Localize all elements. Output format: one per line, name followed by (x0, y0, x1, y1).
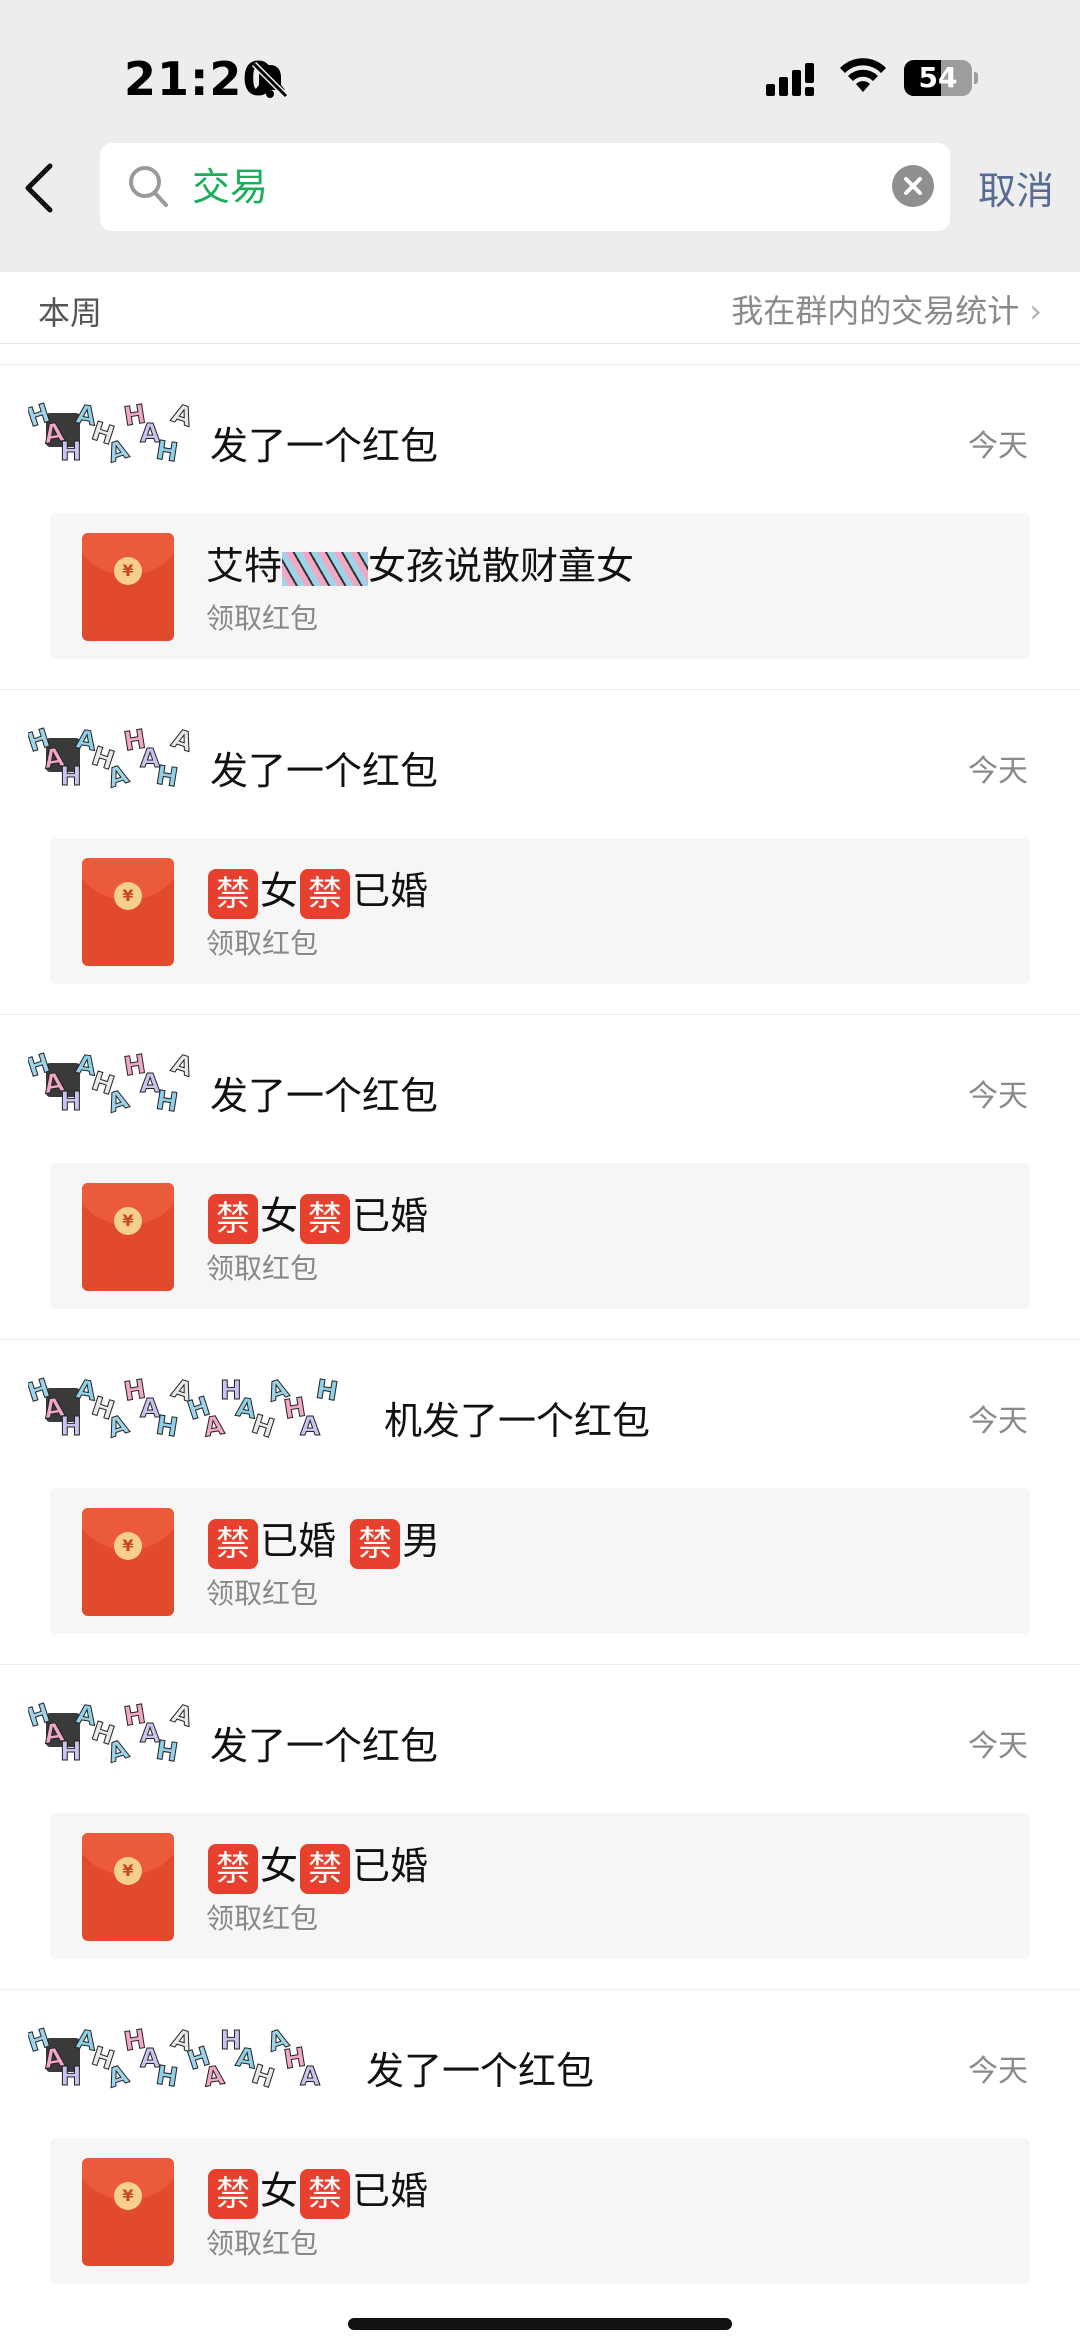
red-packet-icon: ¥ (82, 858, 174, 966)
red-packet-icon: ¥ (82, 1833, 174, 1941)
transaction-record[interactable]: H A H A H A H A H A H A H A H A H A H 机发了一个红包 今天 ¥ 禁已婚 禁男领取红包 (0, 1339, 1080, 1664)
red-packet-title: 禁女禁已婚 (206, 2160, 428, 2219)
sender-action: 发了一个红包 (210, 1724, 439, 1768)
sender-action: 发了一个红包 (210, 749, 439, 793)
sender-action: 发了一个红包 (210, 424, 439, 468)
bell-slash-icon (251, 61, 289, 99)
section-header: 本周 我在群内的交易统计 › (0, 272, 1080, 344)
chevron-right-icon: › (1029, 292, 1042, 330)
transaction-record[interactable]: H A H A H A H A H A H A H A H A H A 发了一个红包 今天 ¥ 禁女禁已婚 领取红包 (0, 1989, 1080, 2314)
redacted-sender-name: HAHAHAHAHA (28, 726, 197, 795)
forbidden-emoji-icon: 禁 (300, 1843, 351, 1894)
forbidden-emoji-icon: 禁 (208, 1518, 258, 1569)
cancel-button[interactable]: 取消 (978, 160, 1054, 215)
red-packet-title: 禁已婚 禁男 (206, 1510, 440, 1569)
home-indicator[interactable] (348, 2318, 732, 2330)
forbidden-emoji-icon: 禁 (300, 1193, 351, 1244)
record-time: 今天 (968, 1729, 1028, 1764)
section-label: 本周 (38, 294, 103, 332)
title-text: 已婚 (352, 1844, 429, 1888)
record-time: 今天 (968, 1404, 1028, 1439)
title-text: 艾特 (206, 544, 283, 588)
chevron-left-icon[interactable] (20, 160, 60, 216)
red-packet-card[interactable]: ¥ 禁已婚 禁男领取红包 (50, 1488, 1030, 1634)
forbidden-emoji-icon: 禁 (300, 2168, 351, 2219)
record-time: 今天 (968, 754, 1028, 789)
signal-icon (766, 63, 814, 96)
forbidden-emoji-icon: 禁 (208, 1843, 258, 1894)
title-text: 已婚 (352, 2169, 429, 2213)
record-time: 今天 (968, 1079, 1028, 1114)
title-text: 女 (260, 1844, 299, 1888)
red-packet-status: 领取红包 (206, 1902, 319, 1935)
forbidden-emoji-icon: 禁 (300, 868, 351, 919)
title-text: 女 (260, 1194, 299, 1238)
redacted-sender-name: HAHAHAHAHA (28, 1701, 197, 1770)
title-text: 已婚 (352, 1194, 429, 1238)
clear-icon[interactable] (892, 165, 934, 207)
red-packet-card[interactable]: ¥ 艾特 女孩说散财童女领取红包 (50, 513, 1030, 659)
red-packet-icon: ¥ (82, 2158, 174, 2266)
red-packet-title: 艾特 女孩说散财童女 (206, 535, 634, 590)
redacted-sender-name: HAHAHAHAHAHAHAHAHA (28, 2026, 321, 2095)
forbidden-emoji-icon: 禁 (350, 1518, 401, 1569)
red-packet-icon: ¥ (82, 1508, 174, 1616)
red-packet-card[interactable]: ¥ 禁女禁已婚 领取红包 (50, 838, 1030, 984)
transaction-stats-link[interactable]: 我在群内的交易统计 › (731, 286, 1042, 332)
red-packet-card[interactable]: ¥ 禁女禁已婚 领取红包 (50, 1163, 1030, 1309)
red-packet-status: 领取红包 (206, 1252, 319, 1285)
red-packet-title: 禁女禁已婚 (206, 860, 428, 919)
transaction-record[interactable]: H A H A H A H A H A 发了一个红包 今天 ¥ 禁女禁已婚 领取红包 (0, 1664, 1080, 1989)
battery-level: 54 (918, 61, 958, 94)
search-icon (129, 166, 168, 207)
forbidden-emoji-icon: 禁 (208, 2168, 258, 2219)
red-packet-status: 领取红包 (206, 602, 319, 635)
forbidden-emoji-icon: 禁 (208, 1193, 258, 1244)
title-text: 已婚 (352, 869, 429, 913)
record-time: 今天 (968, 2054, 1028, 2089)
red-packet-title: 禁女禁已婚 (206, 1835, 428, 1894)
redacted-sender-name: HAHAHAHAHA (28, 1051, 197, 1120)
battery-indicator: 54 (904, 60, 978, 96)
red-packet-icon: ¥ (82, 533, 174, 641)
sender-action: 机发了一个红包 (384, 1399, 651, 1443)
forbidden-emoji-icon: 禁 (208, 868, 258, 919)
red-packet-status: 领取红包 (206, 927, 319, 960)
title-text: 男 (402, 1519, 441, 1563)
title-text: 女 (260, 869, 299, 913)
record-time: 今天 (968, 429, 1028, 464)
wifi-icon (840, 58, 886, 92)
transaction-record[interactable]: H A H A H A H A H A 发了一个红包 今天 ¥ 禁女禁已婚 领取红包 (0, 689, 1080, 1014)
top-bar: 21:20 54 交易 取消 (0, 0, 1080, 272)
red-packet-title: 禁女禁已婚 (206, 1185, 428, 1244)
transaction-record[interactable]: H A H A H A H A H A 发了一个红包 今天 ¥ 艾特 女孩说散财童女领取红包 (0, 364, 1080, 689)
title-text: 已婚 (260, 1519, 349, 1563)
stats-link-label: 我在群内的交易统计 (731, 292, 1020, 330)
title-text: 女孩说散财童女 (368, 544, 635, 588)
red-packet-icon: ¥ (82, 1183, 174, 1291)
search-input[interactable] (192, 143, 872, 231)
red-packet-status: 领取红包 (206, 1577, 319, 1610)
redacted-mention (282, 551, 369, 586)
redacted-sender-name: HAHAHAHAHAHAHAHAHAH (28, 1376, 340, 1445)
transaction-record[interactable]: H A H A H A H A H A 发了一个红包 今天 ¥ 禁女禁已婚 领取红包 (0, 1014, 1080, 1339)
red-packet-card[interactable]: ¥ 禁女禁已婚 领取红包 (50, 2138, 1030, 2284)
title-text: 女 (260, 2169, 299, 2213)
redacted-sender-name: HAHAHAHAHA (28, 401, 197, 470)
red-packet-status: 领取红包 (206, 2227, 319, 2260)
sender-action: 发了一个红包 (366, 2049, 595, 2093)
sender-action: 发了一个红包 (210, 1074, 439, 1118)
red-packet-card[interactable]: ¥ 禁女禁已婚 领取红包 (50, 1813, 1030, 1959)
search-box[interactable] (100, 143, 950, 231)
